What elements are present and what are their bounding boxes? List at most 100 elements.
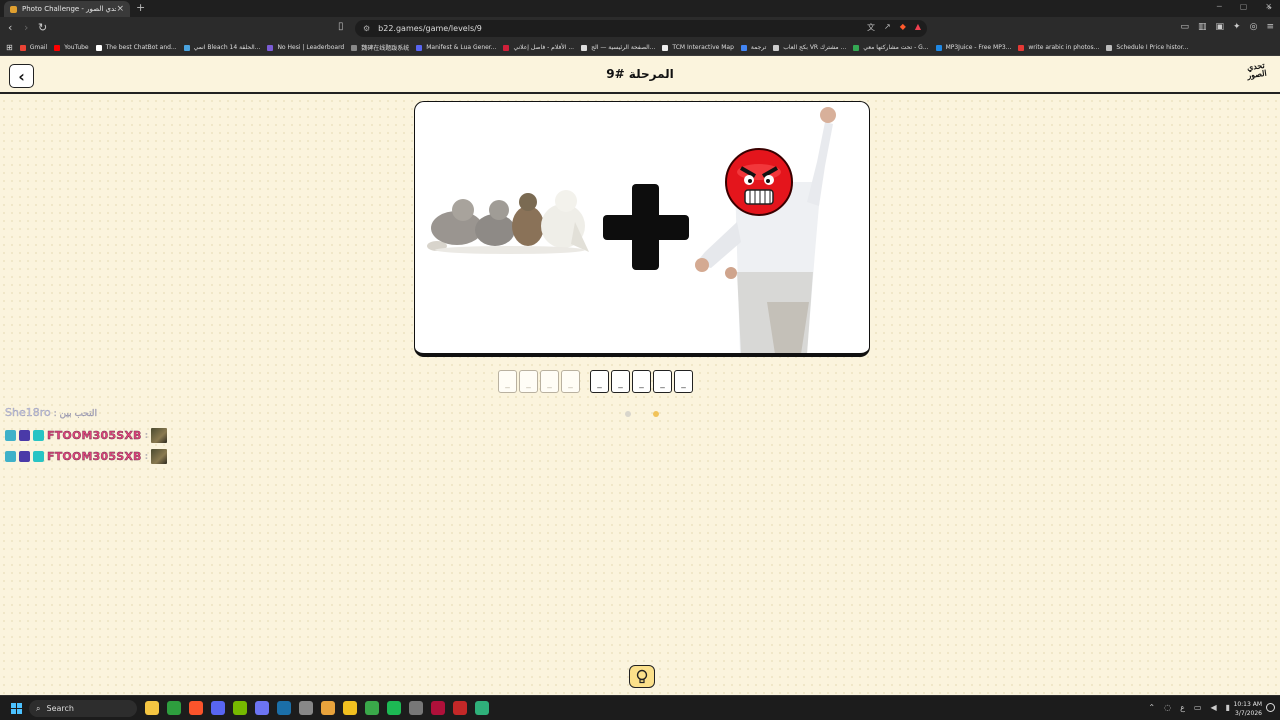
bookmark-label: write arabic in photos... bbox=[1028, 44, 1100, 51]
bookmark-item[interactable]: MP3Juice - Free MP3... bbox=[935, 44, 1011, 51]
bookmark-item[interactable]: TCM Interactive Map bbox=[662, 44, 734, 51]
windows-start-icon[interactable] bbox=[11, 703, 22, 714]
hint-button[interactable] bbox=[629, 665, 655, 688]
clock-time: 10:13 AM bbox=[1233, 701, 1262, 708]
menu-icon[interactable]: ≡ bbox=[1266, 22, 1274, 32]
nvidia-icon[interactable] bbox=[233, 701, 247, 715]
sidebar-icon[interactable]: ▥ bbox=[1198, 22, 1207, 32]
bookmark-item[interactable]: تحت مشاركتها معي - G... bbox=[853, 44, 929, 51]
bookmark-favicon-icon bbox=[581, 44, 588, 51]
address-bar-row: ‹ › ↻ ▯ ⚙ b22.games/game/levels/9 文 ↗ ◆ … bbox=[0, 17, 1280, 40]
app-4-icon[interactable] bbox=[453, 701, 467, 715]
app-5-icon[interactable] bbox=[475, 701, 489, 715]
answer-letter-slot[interactable]: _ bbox=[519, 370, 538, 393]
bookmark-item[interactable]: 魏碑在线题跋系统 bbox=[351, 43, 409, 52]
screen-icon[interactable]: ▭ bbox=[1181, 22, 1190, 32]
answer-letter-slot[interactable]: _ bbox=[561, 370, 580, 393]
answer-letter-slot[interactable]: _ bbox=[498, 370, 517, 393]
bookmark-item[interactable]: Gmail bbox=[19, 44, 47, 51]
wallet-icon[interactable]: ▣ bbox=[1216, 22, 1225, 32]
answer-letter-slot[interactable]: _ bbox=[590, 370, 609, 393]
maximize-icon[interactable]: ▢ bbox=[1240, 2, 1248, 11]
site-info-icon[interactable]: ⚙ bbox=[363, 24, 370, 33]
app-icon[interactable] bbox=[343, 701, 357, 715]
share-icon[interactable]: ↗ bbox=[884, 22, 891, 33]
app-3-icon[interactable] bbox=[431, 701, 445, 715]
discord-alt-icon[interactable] bbox=[255, 701, 269, 715]
notification-icon[interactable] bbox=[1266, 703, 1275, 712]
file-explorer-icon[interactable] bbox=[145, 701, 159, 715]
brave-icon[interactable] bbox=[189, 701, 203, 715]
discord-icon[interactable] bbox=[211, 701, 225, 715]
bookmark-favicon-icon bbox=[853, 44, 860, 51]
chat-badge-icon bbox=[19, 430, 30, 441]
more-bookmarks-icon[interactable]: » bbox=[1267, 3, 1272, 12]
volume-icon[interactable]: ◀ bbox=[1210, 703, 1216, 712]
omnibox-icons: 文 ↗ ◆ ▲ bbox=[867, 22, 921, 33]
bookmark-item[interactable]: Schedule I Price histor... bbox=[1106, 44, 1188, 51]
taskbar-clock[interactable]: 10:13 AM 3/7/2026 bbox=[1234, 700, 1262, 718]
url-field[interactable]: ⚙ b22.games/game/levels/9 文 ↗ ◆ ▲ bbox=[355, 20, 927, 37]
browser-tab[interactable]: Photo Challenge - لعبة تحدي الصور × bbox=[4, 1, 130, 17]
game-logo[interactable]: تحدي الصور bbox=[1240, 60, 1273, 90]
plus-icon bbox=[603, 184, 689, 270]
xbox-app-icon[interactable] bbox=[365, 701, 379, 715]
chrome-icon[interactable] bbox=[321, 701, 335, 715]
spotify-icon[interactable] bbox=[387, 701, 401, 715]
language-indicator[interactable]: ع bbox=[1180, 703, 1185, 712]
bookmark-favicon-icon bbox=[1106, 44, 1113, 51]
taskbar-search[interactable]: ⌕ Search bbox=[29, 700, 137, 717]
answer-letter-slot[interactable]: _ bbox=[653, 370, 672, 393]
bookmark-favicon-icon bbox=[351, 44, 358, 51]
back-nav-icon[interactable]: ‹ bbox=[8, 21, 12, 34]
settings-icon[interactable] bbox=[299, 701, 313, 715]
translate-icon[interactable]: 文 bbox=[867, 22, 875, 33]
vpn-icon[interactable]: ◎ bbox=[1250, 22, 1258, 32]
minimize-icon[interactable]: ─ bbox=[1217, 2, 1222, 11]
forward-nav-icon[interactable]: › bbox=[24, 21, 28, 34]
bookmark-item[interactable]: الصفحة الرئيسية — الج... bbox=[581, 44, 655, 51]
chat-username: FTOOM305SXB bbox=[47, 450, 142, 463]
reload-icon[interactable]: ↻ bbox=[38, 21, 47, 34]
extensions-icon[interactable]: ✦ bbox=[1233, 22, 1241, 32]
bookmark-label: No Hesi | Leaderboard bbox=[277, 44, 345, 51]
answer-word-2: _ _ _ _ _ bbox=[590, 370, 693, 393]
bookmark-item[interactable]: بكج العاب VR مشترك ... bbox=[773, 44, 846, 51]
bookmark-item[interactable]: No Hesi | Leaderboard bbox=[267, 44, 344, 51]
chevron-up-icon[interactable]: ⌃ bbox=[1148, 703, 1155, 712]
pigeons-image bbox=[427, 190, 589, 254]
brave-shield-icon[interactable]: ◆ bbox=[900, 22, 906, 33]
app-2-icon[interactable] bbox=[409, 701, 423, 715]
page-dot-2-active[interactable] bbox=[653, 411, 659, 417]
steam-icon[interactable] bbox=[277, 701, 291, 715]
network-icon[interactable]: ▭ bbox=[1194, 703, 1202, 712]
browser-tab-bar: Photo Challenge - لعبة تحدي الصور × + ─ … bbox=[0, 0, 1280, 17]
answer-letter-slot[interactable]: _ bbox=[674, 370, 693, 393]
battery-icon[interactable]: ▮ bbox=[1226, 703, 1230, 712]
bookmarks-bar: ⊞ Gmail YouTube The best ChatBot and... انم… bbox=[0, 40, 1280, 56]
bookmark-item[interactable]: انمي Bleach الحلقة 14... bbox=[183, 44, 260, 51]
answer-letter-slot[interactable]: _ bbox=[611, 370, 630, 393]
lightbulb-icon bbox=[636, 669, 648, 683]
page-dot-1[interactable] bbox=[625, 411, 631, 417]
search-icon: ⌕ bbox=[36, 703, 41, 713]
tab-title: Photo Challenge - لعبة تحدي الصور bbox=[22, 5, 116, 13]
answer-letter-slot[interactable]: _ bbox=[632, 370, 651, 393]
chat-badge-icon bbox=[33, 451, 44, 462]
bookmark-icon[interactable]: ▯ bbox=[338, 21, 344, 32]
xbox-icon[interactable] bbox=[167, 701, 181, 715]
bookmark-label: الصفحة الرئيسية — الج... bbox=[591, 44, 656, 51]
apps-grid-icon[interactable]: ⊞ bbox=[6, 43, 13, 52]
bookmark-item[interactable]: YouTube bbox=[54, 44, 89, 51]
bookmark-item[interactable]: الأفلام - فاصل إعلاني ... bbox=[503, 44, 574, 51]
brave-rewards-icon[interactable]: ▲ bbox=[915, 22, 921, 33]
bookmark-item[interactable]: ترجمة bbox=[740, 44, 766, 51]
close-tab-icon[interactable]: × bbox=[116, 4, 124, 14]
mic-icon[interactable]: ◌ bbox=[1164, 703, 1171, 712]
bookmark-item[interactable]: The best ChatBot and... bbox=[95, 44, 177, 51]
chat-messages: FTOOM305SXB: FTOOM305SXB: bbox=[5, 428, 168, 470]
new-tab-icon[interactable]: + bbox=[136, 1, 145, 14]
answer-letter-slot[interactable]: _ bbox=[540, 370, 559, 393]
bookmark-item[interactable]: write arabic in photos... bbox=[1018, 44, 1099, 51]
bookmark-item[interactable]: Manifest & Lua Gener... bbox=[416, 44, 496, 51]
